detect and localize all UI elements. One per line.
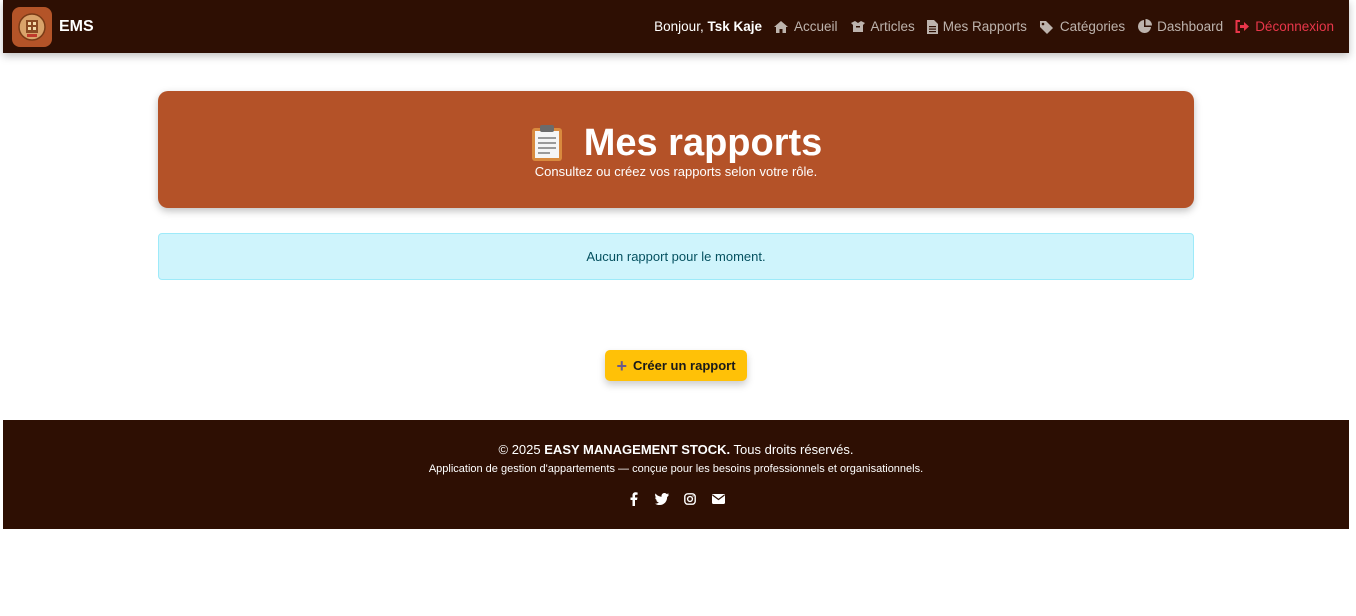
nav-link-label: Mes Rapports bbox=[942, 19, 1027, 34]
nav-link-label: Articles bbox=[870, 19, 915, 34]
footer-copyright: © 2025 EASY MANAGEMENT STOCK. Tous droit… bbox=[3, 442, 1349, 457]
plus-icon: + bbox=[616, 355, 627, 376]
nav-menu: Bonjour, Tsk Kaje Accueil Articles Mes R… bbox=[654, 19, 1334, 34]
twitter-icon[interactable] bbox=[655, 492, 669, 506]
instagram-icon[interactable] bbox=[683, 492, 697, 506]
logout-icon bbox=[1235, 20, 1250, 33]
file-icon bbox=[926, 19, 938, 34]
create-report-label: Créer un rapport bbox=[632, 358, 736, 373]
page-header: Mes rapports Consultez ou créez vos rapp… bbox=[158, 91, 1194, 208]
nav-link-label: Déconnexion bbox=[1255, 19, 1334, 34]
pie-chart-icon bbox=[1138, 19, 1153, 33]
nav-link-categories[interactable]: Catégories bbox=[1039, 19, 1125, 34]
greeting-prefix: Bonjour, bbox=[654, 19, 704, 34]
brand-name: EMS bbox=[59, 17, 94, 35]
clipboard-icon bbox=[531, 125, 562, 161]
user-name: Tsk Kaje bbox=[707, 19, 762, 34]
brand-logo bbox=[12, 6, 52, 47]
brand-link[interactable]: EMS bbox=[12, 6, 94, 47]
nav-link-dashboard[interactable]: Dashboard bbox=[1137, 19, 1223, 34]
nav-link-articles[interactable]: Articles bbox=[850, 19, 915, 34]
nav-link-label: Catégories bbox=[1059, 19, 1126, 34]
nav-link-label: Accueil bbox=[794, 19, 838, 34]
nav-link-mes-rapports[interactable]: Mes Rapports bbox=[926, 19, 1027, 34]
home-icon bbox=[774, 20, 788, 33]
hero-title-row: Mes rapports bbox=[158, 122, 1194, 164]
user-greeting: Bonjour, Tsk Kaje bbox=[654, 19, 762, 34]
social-links bbox=[3, 492, 1349, 506]
envelope-icon[interactable] bbox=[711, 492, 725, 506]
navbar: EMS Bonjour, Tsk Kaje Accueil Articles M… bbox=[3, 0, 1349, 53]
empty-state-alert: Aucun rapport pour le moment. bbox=[158, 233, 1194, 280]
nav-link-label: Dashboard bbox=[1157, 19, 1224, 34]
create-report-button[interactable]: + Créer un rapport bbox=[605, 350, 747, 381]
box-icon bbox=[850, 20, 865, 32]
page: EMS Bonjour, Tsk Kaje Accueil Articles M… bbox=[0, 0, 1356, 616]
page-title: Mes rapports bbox=[583, 122, 823, 164]
alert-message: Aucun rapport pour le moment. bbox=[586, 249, 766, 264]
company-name: EASY MANAGEMENT STOCK. bbox=[544, 442, 731, 457]
copyright-prefix: © 2025 bbox=[498, 442, 541, 457]
tags-icon bbox=[1039, 20, 1053, 34]
facebook-icon[interactable] bbox=[627, 492, 641, 506]
footer-tagline: Application de gestion d'appartements — … bbox=[428, 463, 924, 475]
nav-link-accueil[interactable]: Accueil bbox=[773, 19, 838, 34]
footer: © 2025 EASY MANAGEMENT STOCK. Tous droit… bbox=[3, 420, 1349, 529]
nav-link-deconnexion[interactable]: Déconnexion bbox=[1235, 19, 1334, 34]
rights-text: Tous droits réservés. bbox=[733, 442, 854, 457]
page-subtitle: Consultez ou créez vos rapports selon vo… bbox=[534, 164, 818, 179]
